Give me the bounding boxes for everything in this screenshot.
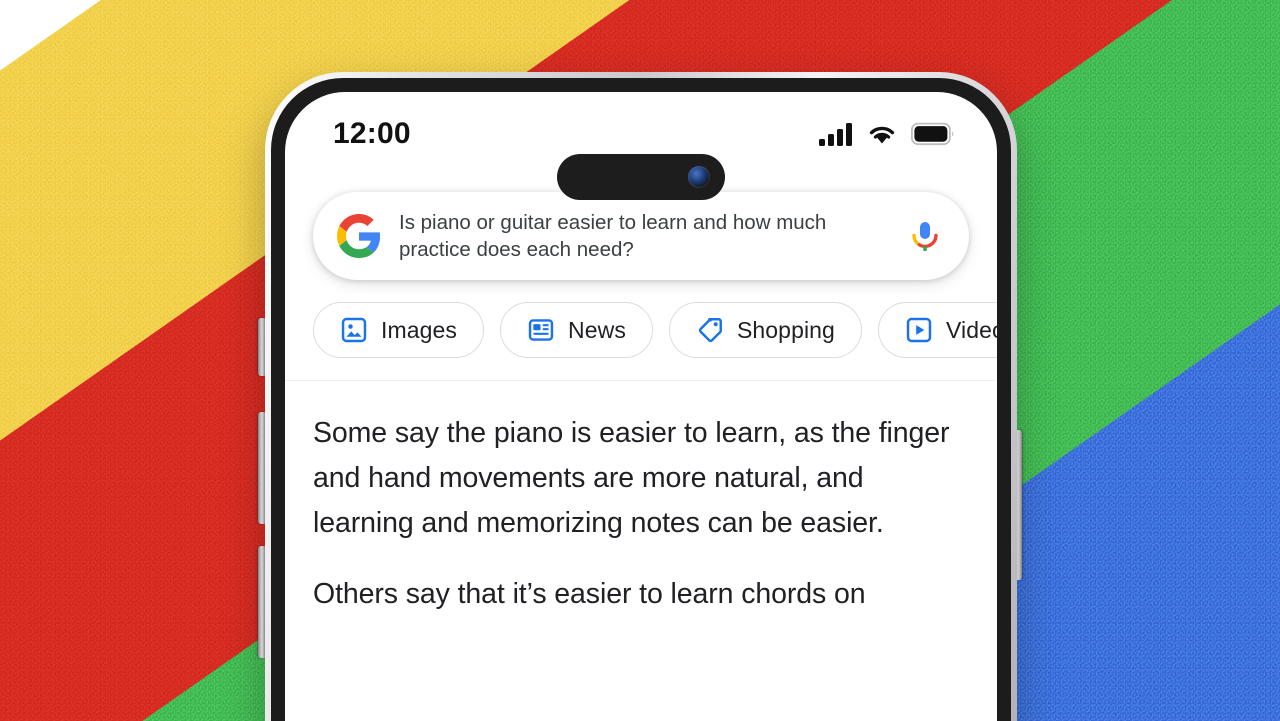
- image-icon: [340, 316, 368, 344]
- chip-images-label: Images: [381, 316, 458, 343]
- news-icon: [527, 316, 555, 344]
- search-query-text[interactable]: Is piano or guitar easier to learn and h…: [399, 209, 887, 263]
- google-logo: [337, 214, 381, 258]
- chip-videos-label: Videos: [945, 316, 997, 343]
- phone-screen: 12:00 Is piano or guitar easier to learn…: [285, 92, 997, 721]
- phone-device: 12:00 Is piano or guitar easier to learn…: [265, 72, 1017, 721]
- chip-news[interactable]: News: [500, 302, 653, 358]
- phone-silent-switch[interactable]: [258, 318, 265, 376]
- price-tag-icon: [696, 316, 724, 344]
- battery-icon: [911, 122, 955, 146]
- dynamic-island: [557, 154, 725, 200]
- phone-volume-down-button[interactable]: [258, 546, 265, 658]
- chip-shopping-label: Shopping: [736, 316, 835, 343]
- answer-body: Some say the piano is easier to learn, a…: [285, 381, 997, 617]
- play-square-icon: [905, 316, 933, 344]
- phone-volume-up-button[interactable]: [258, 412, 265, 524]
- phone-bezel: 12:00 Is piano or guitar easier to learn…: [271, 78, 1011, 721]
- answer-paragraph-1: Some say the piano is easier to learn, a…: [313, 417, 950, 539]
- chip-news-label: News: [568, 316, 626, 343]
- search-bar[interactable]: Is piano or guitar easier to learn and h…: [313, 192, 969, 280]
- chip-videos[interactable]: Videos: [877, 302, 997, 358]
- filter-chips-row: Images News Shopping Vide: [285, 280, 997, 380]
- screenshot-stage: 12:00 Is piano or guitar easier to learn…: [0, 0, 1280, 721]
- status-bar-indicators: [819, 122, 955, 146]
- chip-images[interactable]: Images: [313, 302, 485, 358]
- chip-shopping[interactable]: Shopping: [668, 302, 862, 358]
- answer-paragraph-2: Others say that it’s easier to learn cho…: [313, 578, 866, 610]
- front-camera-lens-icon: [688, 166, 710, 188]
- cellular-signal-icon: [819, 122, 853, 146]
- wifi-icon: [866, 122, 898, 146]
- status-bar-time: 12:00: [333, 117, 411, 150]
- microphone-icon[interactable]: [905, 216, 945, 256]
